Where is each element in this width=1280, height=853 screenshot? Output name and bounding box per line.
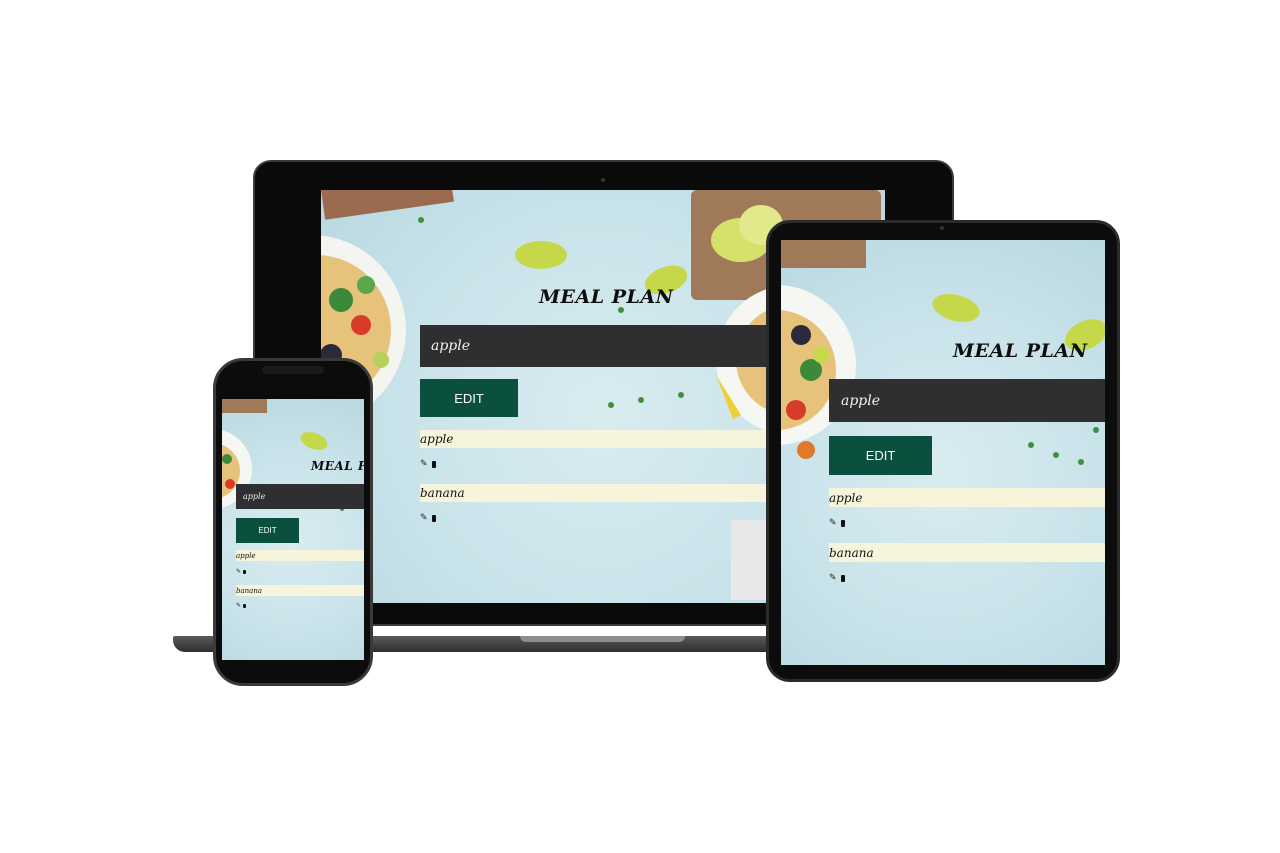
edit-button[interactable]: EDIT [829, 436, 932, 475]
app-title: MEAL PLAN [311, 459, 364, 473]
pencil-icon[interactable]: ✎ [420, 514, 428, 523]
app-title: MEAL PLAN [539, 286, 674, 308]
meal-input[interactable]: apple [829, 379, 1105, 422]
trash-icon[interactable] [243, 570, 247, 574]
pencil-icon[interactable]: ✎ [420, 460, 428, 469]
tablet-screen: MEAL PLAN apple EDIT apple ✎ banana ✎ [781, 240, 1105, 665]
pencil-icon[interactable]: ✎ [829, 519, 837, 528]
item-actions: ✎ [420, 514, 436, 523]
laptop-camera [601, 178, 605, 182]
item-actions: ✎ [236, 569, 247, 575]
trash-icon[interactable] [840, 575, 845, 582]
trash-icon[interactable] [243, 604, 247, 608]
laptop-hinge [520, 636, 685, 642]
list-item: banana [829, 543, 1105, 562]
trash-icon[interactable] [431, 461, 436, 468]
phone-screen: MEAL PLAN apple EDIT apple ✎ banana ✎ [222, 399, 364, 660]
phone-notch [262, 366, 324, 374]
item-actions: ✎ [829, 574, 845, 583]
item-actions: ✎ [829, 519, 845, 528]
list-item: banana [236, 585, 364, 596]
pencil-icon[interactable]: ✎ [236, 603, 241, 609]
item-actions: ✎ [420, 460, 436, 469]
list-item: apple [829, 488, 1105, 507]
list-item: apple [236, 550, 364, 561]
pencil-icon[interactable]: ✎ [829, 574, 837, 583]
app-title: MEAL PLAN [953, 340, 1088, 362]
trash-icon[interactable] [840, 520, 845, 527]
tablet-camera [940, 226, 944, 230]
meal-input[interactable]: apple [236, 484, 364, 509]
pencil-icon[interactable]: ✎ [236, 569, 241, 575]
trash-icon[interactable] [431, 515, 436, 522]
item-actions: ✎ [236, 603, 247, 609]
edit-button[interactable]: EDIT [236, 518, 299, 543]
edit-button[interactable]: EDIT [420, 379, 518, 417]
